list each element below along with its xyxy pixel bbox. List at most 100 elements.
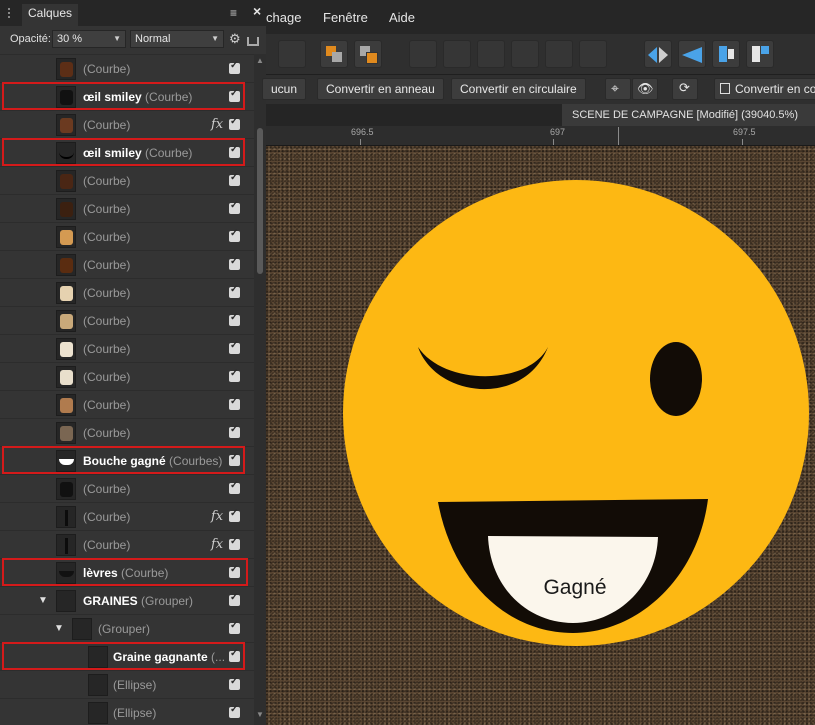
layer-thumbnail — [56, 338, 76, 360]
fx-icon[interactable]: fx — [211, 537, 223, 552]
opacity-field[interactable]: 30 % ▼ — [52, 30, 126, 48]
layers-panel: Calques ≡ × Opacité: 30 % ▼ Normal ▼ ⚙ (… — [0, 0, 266, 725]
layer-name: (Courbe) — [83, 62, 130, 76]
scroll-down-icon[interactable]: ▼ — [256, 710, 264, 719]
context-toolbar: ucun Convertir en anneau Convertir en ci… — [262, 75, 815, 105]
layer-row[interactable]: (Courbe) — [0, 306, 254, 334]
menu-item-aide[interactable]: Aide — [389, 10, 415, 25]
visibility-checkbox[interactable] — [229, 340, 240, 354]
eye-icon[interactable]: 👁 — [632, 78, 658, 100]
none-button[interactable]: ucun — [262, 78, 307, 100]
gear-icon[interactable]: ⚙ — [229, 31, 241, 47]
layer-thumbnail — [56, 58, 76, 80]
align-right-icon[interactable] — [477, 40, 505, 68]
fx-icon[interactable]: fx — [211, 117, 223, 132]
layer-row[interactable]: (Courbe) — [0, 362, 254, 390]
smiley-open-eye[interactable] — [650, 342, 702, 416]
visibility-checkbox[interactable] — [229, 396, 240, 410]
visibility-checkbox[interactable] — [229, 116, 240, 130]
order-back-icon[interactable] — [320, 40, 348, 68]
visibility-checkbox[interactable] — [229, 676, 240, 690]
layer-name: (Courbe) — [83, 202, 130, 216]
visibility-checkbox[interactable] — [229, 480, 240, 494]
flip-vertical-icon[interactable] — [678, 40, 706, 68]
layer-row[interactable]: (Courbe) — [0, 474, 254, 502]
layer-row[interactable]: (Courbe) fx — [0, 502, 254, 530]
layer-row[interactable]: (Ellipse) — [0, 698, 254, 725]
transform-icon[interactable]: ⟳ — [672, 78, 698, 100]
expand-triangle-icon[interactable]: ▼ — [54, 623, 64, 634]
layer-row[interactable]: (Courbe) fx — [0, 530, 254, 558]
layer-row[interactable]: (Courbe) — [0, 278, 254, 306]
visibility-checkbox[interactable] — [229, 508, 240, 522]
visibility-checkbox[interactable] — [229, 60, 240, 74]
layer-thumbnail — [56, 114, 76, 136]
highlight-box — [2, 558, 248, 586]
menu-item-fenetre[interactable]: Fenêtre — [323, 10, 368, 25]
opacity-label: Opacité: — [10, 33, 51, 45]
layer-row[interactable]: ▼ GRAINES (Grouper) — [0, 586, 254, 614]
layer-type: (Ellipse) — [113, 678, 157, 692]
visibility-checkbox[interactable] — [229, 172, 240, 186]
layer-row[interactable]: (Courbe) fx — [0, 110, 254, 138]
main-area: chage Fenêtre Aide ucun Convertir en ann… — [262, 0, 815, 725]
layer-row[interactable]: (Courbe) — [0, 334, 254, 362]
scrollbar-thumb[interactable] — [257, 128, 263, 274]
grip-icon[interactable] — [8, 8, 12, 18]
layer-name: (Courbe) — [83, 118, 130, 132]
layer-row[interactable]: (Courbe) — [0, 194, 254, 222]
layer-row[interactable]: (Courbe) — [0, 54, 254, 82]
scroll-up-icon[interactable]: ▲ — [256, 56, 264, 65]
close-icon[interactable]: × — [253, 3, 261, 19]
crosshair-icon[interactable]: ⌖ — [605, 78, 631, 100]
menu-item-affichage[interactable]: chage — [266, 10, 301, 25]
lock-icon[interactable] — [247, 37, 259, 46]
tab-layers[interactable]: Calques — [22, 4, 79, 26]
toolbar-button[interactable] — [278, 40, 306, 68]
align-top-icon[interactable] — [511, 40, 539, 68]
order-front-icon[interactable] — [354, 40, 382, 68]
layer-row[interactable]: (Ellipse) — [0, 670, 254, 698]
layer-row[interactable]: ▼ (Grouper) — [0, 614, 254, 642]
highlight-box — [2, 82, 245, 110]
visibility-checkbox[interactable] — [229, 536, 240, 550]
align-center-icon[interactable] — [443, 40, 471, 68]
visibility-checkbox[interactable] — [229, 704, 240, 718]
layer-row[interactable]: (Courbe) — [0, 390, 254, 418]
convert-circular-button[interactable]: Convertir en circulaire — [451, 78, 586, 100]
rotate-right-icon[interactable] — [746, 40, 774, 68]
visibility-checkbox[interactable] — [229, 284, 240, 298]
layer-row[interactable]: (Courbe) — [0, 166, 254, 194]
layer-type: (Courbe) — [83, 426, 131, 440]
tab-document[interactable]: × SCENE DE CAMPAGNE [Modifié] (39040.5%) — [562, 104, 815, 126]
convert-ring-button[interactable]: Convertir en anneau — [317, 78, 444, 100]
layer-name: (Grouper) — [98, 622, 150, 636]
visibility-checkbox[interactable] — [229, 424, 240, 438]
layer-row[interactable]: (Courbe) — [0, 250, 254, 278]
blend-mode-select[interactable]: Normal ▼ — [130, 30, 224, 48]
align-middle-icon[interactable] — [545, 40, 573, 68]
layer-row[interactable]: (Courbe) — [0, 418, 254, 446]
visibility-checkbox[interactable] — [229, 312, 240, 326]
flip-horizontal-icon[interactable] — [644, 40, 672, 68]
visibility-checkbox[interactable] — [229, 592, 240, 606]
align-left-icon[interactable] — [409, 40, 437, 68]
expand-triangle-icon[interactable]: ▼ — [38, 595, 48, 606]
smiley-text[interactable]: Gagné — [543, 576, 606, 599]
highlight-box — [2, 642, 245, 670]
layers-scrollbar[interactable]: ▲ ▼ — [254, 54, 266, 725]
panel-menu-icon[interactable]: ≡ — [230, 6, 237, 20]
rotate-left-icon[interactable] — [712, 40, 740, 68]
visibility-checkbox[interactable] — [229, 368, 240, 382]
layer-thumbnail — [56, 394, 76, 416]
visibility-checkbox[interactable] — [229, 256, 240, 270]
visibility-checkbox[interactable] — [229, 228, 240, 242]
convert-button[interactable]: Convertir en co — [714, 78, 815, 100]
layer-type: (Courbe) — [83, 398, 131, 412]
fx-icon[interactable]: fx — [211, 509, 223, 524]
visibility-checkbox[interactable] — [229, 200, 240, 214]
design-canvas[interactable]: Gagné — [266, 146, 815, 725]
align-bottom-icon[interactable] — [579, 40, 607, 68]
visibility-checkbox[interactable] — [229, 620, 240, 634]
layer-row[interactable]: (Courbe) — [0, 222, 254, 250]
